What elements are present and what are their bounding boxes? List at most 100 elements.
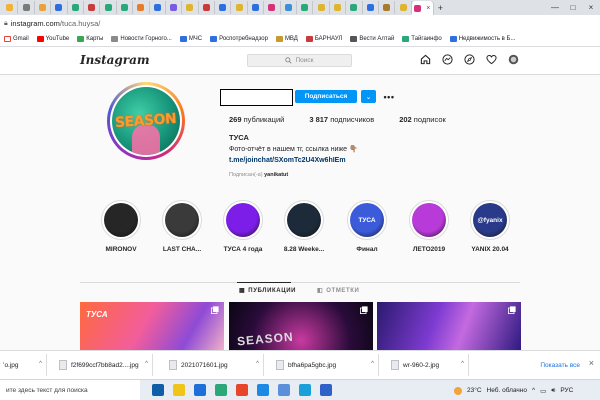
bookmark-item[interactable]: МЧС	[179, 36, 202, 42]
story-highlight[interactable]: @fyanix YANIX 20.04	[460, 200, 520, 253]
browser-tab[interactable]	[363, 1, 379, 14]
close-tab-icon[interactable]: ×	[426, 5, 430, 12]
following-count[interactable]: 202 подписок	[399, 115, 446, 124]
browser-tab[interactable]	[297, 1, 314, 14]
address-bar[interactable]: 🔒︎ instagram.com/tuca.huysa/	[0, 15, 600, 32]
bookmark-item[interactable]: Новости Горного...	[111, 36, 172, 42]
browser-tab[interactable]	[182, 1, 199, 14]
close-icon[interactable]: ×	[589, 358, 594, 368]
post-thumbnail[interactable]	[377, 302, 521, 350]
bookmark-item[interactable]: Тайгаинфо	[402, 36, 442, 42]
suggested-dropdown-button[interactable]: ⌄	[361, 90, 376, 103]
browser-tab[interactable]	[51, 1, 68, 14]
temperature[interactable]: 23°C	[467, 387, 482, 394]
more-options-button[interactable]: •••	[382, 90, 396, 103]
search-input[interactable]: Поиск	[247, 54, 352, 67]
browser-tab[interactable]	[100, 1, 117, 14]
story-highlight[interactable]: ТУСА 4 года	[213, 200, 273, 253]
browser-tab[interactable]	[84, 1, 101, 14]
browser-tab[interactable]	[18, 1, 35, 14]
taskbar-app-icon[interactable]	[299, 384, 311, 396]
close-window-button[interactable]: ×	[582, 0, 600, 15]
language-indicator[interactable]: РУС	[560, 387, 573, 394]
download-item[interactable]: ʼo.jpg ^	[0, 354, 47, 376]
taskbar-app-icon[interactable]	[152, 384, 164, 396]
browser-tab[interactable]	[330, 1, 347, 14]
chevron-up-icon[interactable]: ^	[39, 361, 42, 367]
bookmark-item[interactable]: БАРНАУЛ	[305, 36, 342, 42]
bookmark-item[interactable]: Роспотребнадзор	[210, 36, 268, 42]
instagram-logo[interactable]: Instagram	[80, 53, 150, 67]
browser-tab[interactable]	[2, 1, 19, 14]
taskbar-app-icon[interactable]	[257, 384, 269, 396]
download-item[interactable]: wr-960-2.jpg ^	[379, 354, 469, 376]
bookmark-item[interactable]: Вести Алтай	[350, 36, 394, 42]
profile-avatar-icon[interactable]	[508, 54, 519, 65]
story-highlight[interactable]: MIRONOV	[91, 200, 151, 253]
direct-messages-icon[interactable]	[442, 54, 453, 65]
profile-link[interactable]: t.me/joinchat/SXomTc2U4Xw6hIEm	[229, 157, 346, 164]
explore-icon[interactable]	[464, 54, 475, 65]
browser-tab[interactable]	[264, 1, 281, 14]
download-item[interactable]: f2f699ccf7bb8ad2....jpg ^	[47, 354, 153, 376]
browser-tab[interactable]	[379, 1, 396, 14]
browser-tab[interactable]	[231, 1, 248, 14]
minimize-button[interactable]: —	[546, 0, 564, 15]
bookmark-item[interactable]: МВД	[275, 36, 298, 42]
post-thumbnail[interactable]: SEASON	[229, 302, 373, 350]
browser-tab[interactable]	[117, 1, 134, 14]
url-text[interactable]: instagram.com/tuca.huysa/	[11, 19, 101, 28]
chevron-up-icon[interactable]: ^	[371, 361, 374, 367]
chevron-up-icon[interactable]: ^	[145, 361, 148, 367]
home-icon[interactable]	[420, 54, 431, 65]
tab-posts[interactable]: ▦ ПУБЛИКАЦИИ	[239, 287, 296, 295]
browser-tab[interactable]	[346, 1, 363, 14]
taskbar-app-icon[interactable]	[320, 384, 332, 396]
browser-tab[interactable]	[215, 1, 232, 14]
follow-button[interactable]: Подписаться	[295, 90, 357, 103]
highlight-ring	[409, 200, 449, 240]
taskbar-app-icon[interactable]	[215, 384, 227, 396]
story-highlight[interactable]: ЛЕТО2019	[399, 200, 459, 253]
taskbar-app-icon[interactable]	[194, 384, 206, 396]
browser-tab-active[interactable]: ×	[411, 1, 434, 15]
download-item[interactable]: bfha6pa5gbc.jpg ^	[264, 354, 379, 376]
browser-tab[interactable]	[199, 1, 216, 14]
new-tab-button[interactable]: +	[438, 3, 443, 13]
taskbar-app-icon[interactable]	[173, 384, 185, 396]
network-icon[interactable]: ▭	[540, 387, 546, 395]
taskbar-app-icon[interactable]	[236, 384, 248, 396]
chevron-up-icon[interactable]: ^	[256, 361, 259, 367]
browser-tab[interactable]	[133, 1, 150, 14]
weather-text[interactable]: Неб. облачно	[487, 387, 527, 394]
story-highlight[interactable]: 8.28 Weeke...	[274, 200, 334, 253]
download-item[interactable]: 2021071601.jpg ^	[153, 354, 264, 376]
post-thumbnail[interactable]: ТУСА	[80, 302, 224, 350]
bookmark-item[interactable]: Gmail	[4, 36, 29, 42]
activity-heart-icon[interactable]	[486, 54, 497, 65]
story-highlight[interactable]: ТУСА Финал	[337, 200, 397, 253]
browser-tab[interactable]	[35, 1, 52, 14]
browser-tab[interactable]	[395, 1, 412, 14]
bookmark-item[interactable]: Карты	[77, 36, 103, 42]
bookmark-item[interactable]: YouTube	[36, 36, 69, 42]
highlight-label: ЛЕТО2019	[412, 246, 446, 253]
browser-tab[interactable]	[166, 1, 183, 14]
browser-tab[interactable]	[68, 1, 84, 14]
bookmark-item[interactable]: Недвижимость в Б...	[449, 36, 515, 42]
followed-by[interactable]: Подписан(-а) yanikatut	[229, 172, 288, 178]
taskbar-search-input[interactable]: ите здесь текст для поиска	[0, 379, 140, 400]
maximize-button[interactable]: □	[564, 0, 582, 15]
browser-tab[interactable]	[248, 1, 265, 14]
tab-tagged[interactable]: ◧ ОТМЕТКИ	[317, 287, 359, 295]
browser-tab[interactable]	[150, 1, 166, 14]
chevron-up-icon[interactable]: ^	[532, 387, 535, 394]
story-highlight[interactable]: LAST CHA...	[152, 200, 212, 253]
followers-count[interactable]: 3 817 подписчиков	[309, 115, 374, 124]
profile-avatar-story-ring[interactable]: SEASON	[107, 82, 185, 160]
taskbar-app-icon[interactable]	[278, 384, 290, 396]
volume-icon[interactable]: 🔊︎	[551, 387, 555, 395]
browser-tab[interactable]	[281, 1, 298, 14]
chevron-up-icon[interactable]: ^	[461, 361, 464, 367]
browser-tab[interactable]	[313, 1, 330, 14]
